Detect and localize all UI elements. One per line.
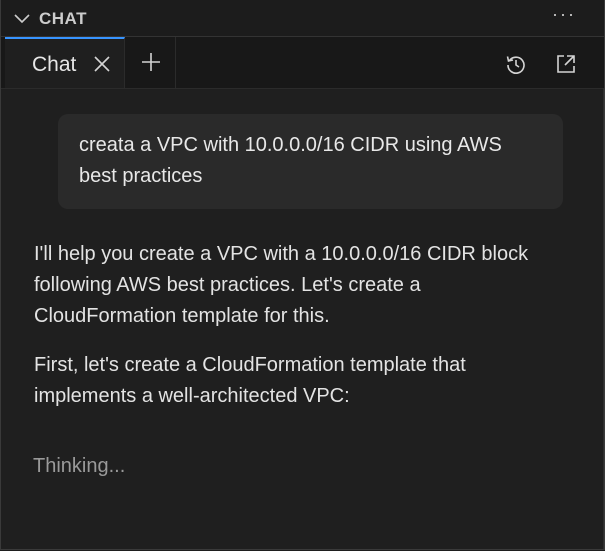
user-message: creata a VPC with 10.0.0.0/16 CIDR using…: [58, 114, 563, 209]
chat-panel: CHAT ··· Chat creata a VPC with 10.0.0.0…: [0, 0, 605, 550]
plus-icon: [142, 53, 160, 71]
thinking-status: Thinking...: [33, 455, 126, 477]
history-icon[interactable]: [504, 52, 528, 76]
panel-header: CHAT ···: [1, 0, 604, 37]
scrollbar-track[interactable]: [603, 88, 604, 549]
more-actions-button[interactable]: ···: [552, 4, 576, 25]
panel-title: CHAT: [39, 9, 87, 28]
new-chat-button[interactable]: [127, 37, 176, 88]
assistant-message: I'll help you create a VPC with a 10.0.0…: [34, 243, 529, 327]
chevron-down-icon[interactable]: [13, 10, 31, 28]
close-icon[interactable]: [93, 55, 111, 73]
tab-bar: Chat: [1, 37, 604, 89]
open-in-new-window-icon[interactable]: [554, 52, 578, 76]
assistant-message: First, let's create a CloudFormation tem…: [34, 354, 466, 407]
tab-chat[interactable]: Chat: [5, 37, 125, 88]
tab-label: Chat: [32, 53, 77, 76]
